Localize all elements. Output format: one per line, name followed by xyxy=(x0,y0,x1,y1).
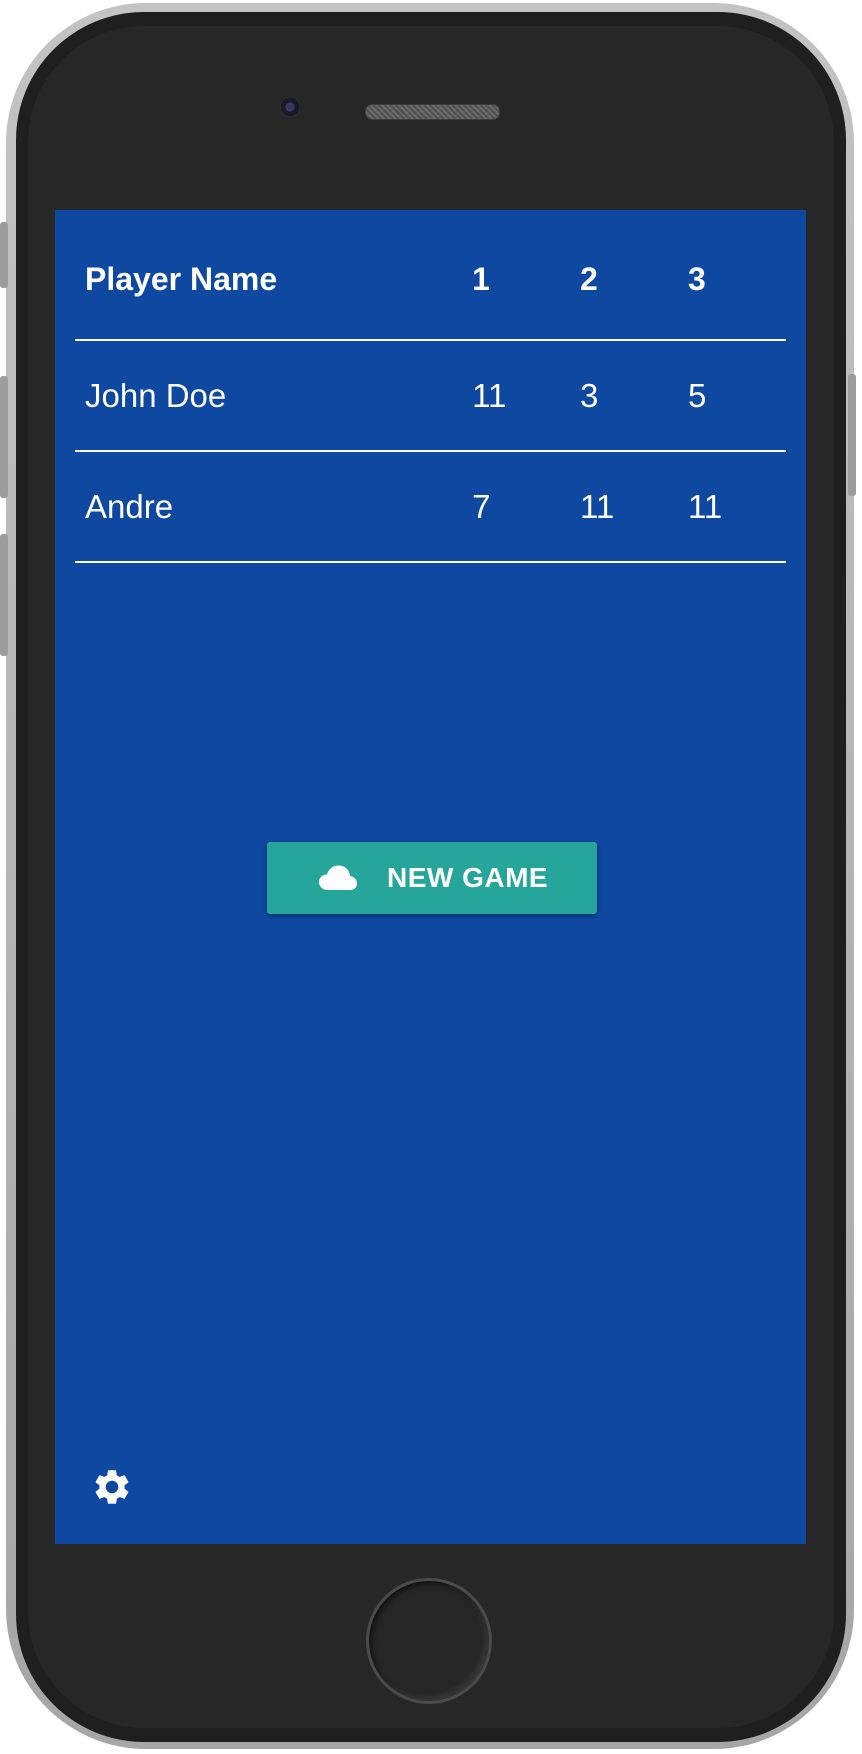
table-row: John Doe 11 3 5 xyxy=(75,340,786,452)
volume-down-button xyxy=(0,534,8,656)
header-player-name: Player Name xyxy=(75,210,463,341)
score-table: Player Name 1 2 3 John Doe 11 3 5 Andre … xyxy=(75,210,786,563)
front-camera xyxy=(280,97,300,117)
header-game-2: 2 xyxy=(570,210,678,341)
gear-icon[interactable] xyxy=(91,1466,133,1508)
home-button[interactable] xyxy=(366,1578,492,1704)
score-game-1: 11 xyxy=(462,340,571,452)
table-row: Andre 7 11 11 xyxy=(75,451,786,563)
app-screen: Player Name 1 2 3 John Doe 11 3 5 Andre … xyxy=(55,210,806,1544)
header-game-1: 1 xyxy=(462,210,571,341)
header-game-3: 3 xyxy=(678,210,786,341)
device-mockup: Player Name 1 2 3 John Doe 11 3 5 Andre … xyxy=(0,0,862,1754)
earpiece-speaker xyxy=(365,104,500,120)
cloud-icon xyxy=(319,865,357,891)
table-header-row: Player Name 1 2 3 xyxy=(75,210,786,341)
score-game-1: 7 xyxy=(462,451,571,563)
new-game-button[interactable]: NEW GAME xyxy=(267,842,597,914)
power-button xyxy=(848,374,856,496)
volume-up-button xyxy=(0,376,8,498)
new-game-label: NEW GAME xyxy=(387,862,549,893)
score-game-3: 11 xyxy=(678,451,786,563)
score-game-3: 5 xyxy=(678,340,786,452)
score-game-2: 11 xyxy=(570,451,678,563)
score-game-2: 3 xyxy=(570,340,678,452)
player-name: Andre xyxy=(75,451,463,563)
player-name: John Doe xyxy=(75,340,463,452)
mute-switch xyxy=(0,222,8,288)
